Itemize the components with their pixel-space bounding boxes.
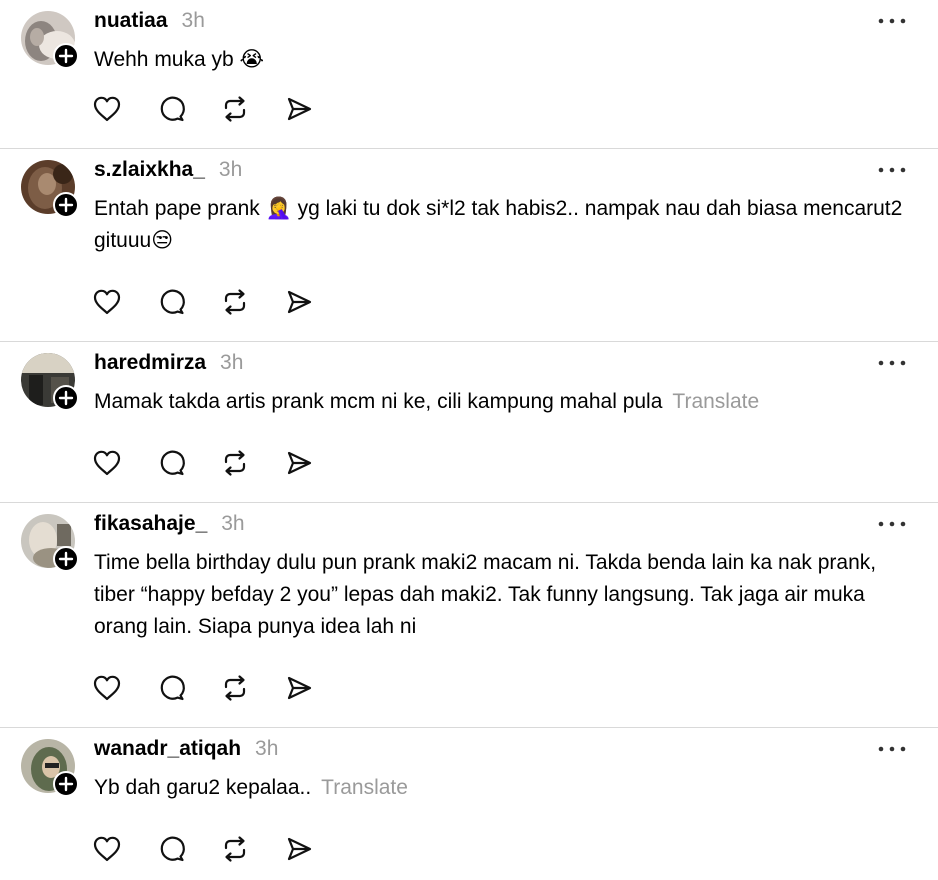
avatar-button[interactable] <box>21 11 79 69</box>
reply-comment-bubble-icon[interactable] <box>156 834 186 864</box>
action-bar <box>92 834 348 864</box>
avatar-button[interactable] <box>21 739 79 797</box>
post-text: Entah pape prank 🤦‍♀️ yg laki tu dok si*… <box>94 193 914 257</box>
post-header: s.zlaixkha_ 3h <box>94 158 242 186</box>
repost-icon[interactable] <box>220 673 250 703</box>
username[interactable]: s.zlaixkha_ <box>94 158 205 182</box>
action-bar <box>92 448 348 478</box>
username[interactable]: nuatiaa <box>94 9 168 33</box>
post-text-content: Mamak takda artis prank mcm ni ke, cili … <box>94 390 663 413</box>
like-heart-icon[interactable] <box>92 834 122 864</box>
post-header: fikasahaje_ 3h <box>94 512 245 540</box>
more-options-icon[interactable] <box>876 354 908 372</box>
reply-comment-bubble-icon[interactable] <box>156 287 186 317</box>
like-heart-icon[interactable] <box>92 673 122 703</box>
username[interactable]: fikasahaje_ <box>94 512 207 536</box>
translate-link[interactable]: Translate <box>672 390 759 413</box>
reply-comment-bubble-icon[interactable] <box>156 448 186 478</box>
more-options-icon[interactable] <box>876 12 908 30</box>
avatar-button[interactable] <box>21 353 79 411</box>
post-text-content: Wehh muka yb 😭 <box>94 48 265 71</box>
more-options-icon[interactable] <box>876 161 908 179</box>
share-send-icon[interactable] <box>284 448 314 478</box>
follow-plus-icon[interactable] <box>53 771 79 797</box>
repost-icon[interactable] <box>220 448 250 478</box>
share-send-icon[interactable] <box>284 834 314 864</box>
follow-plus-icon[interactable] <box>53 385 79 411</box>
follow-plus-icon[interactable] <box>53 192 79 218</box>
post-text-content: Time bella birthday dulu pun prank maki2… <box>94 551 877 638</box>
avatar-button[interactable] <box>21 514 79 572</box>
reply-post: haredmirza 3h Mamak takda artis prank mc… <box>0 342 938 503</box>
action-bar <box>92 673 348 703</box>
post-header: wanadr_atiqah 3h <box>94 737 278 765</box>
post-text: Time bella birthday dulu pun prank maki2… <box>94 547 914 643</box>
post-header: nuatiaa 3h <box>94 9 205 37</box>
follow-plus-icon[interactable] <box>53 43 79 69</box>
repost-icon[interactable] <box>220 834 250 864</box>
timestamp: 3h <box>221 512 245 535</box>
more-options-icon[interactable] <box>876 515 908 533</box>
reply-post: s.zlaixkha_ 3h Entah pape prank 🤦‍♀️ yg … <box>0 149 938 342</box>
timestamp: 3h <box>220 351 244 374</box>
like-heart-icon[interactable] <box>92 448 122 478</box>
reply-comment-bubble-icon[interactable] <box>156 94 186 124</box>
post-text-content: Yb dah garu2 kepalaa.. <box>94 776 312 799</box>
action-bar <box>92 287 348 317</box>
reply-comment-bubble-icon[interactable] <box>156 673 186 703</box>
username[interactable]: wanadr_atiqah <box>94 737 241 761</box>
post-text: Wehh muka yb 😭 <box>94 44 914 76</box>
reply-post: fikasahaje_ 3h Time bella birthday dulu … <box>0 503 938 728</box>
post-text: Yb dah garu2 kepalaa.. Translate <box>94 772 914 804</box>
share-send-icon[interactable] <box>284 94 314 124</box>
timestamp: 3h <box>218 158 243 181</box>
share-send-icon[interactable] <box>284 673 314 703</box>
like-heart-icon[interactable] <box>92 287 122 317</box>
timestamp: 3h <box>181 9 205 32</box>
avatar-button[interactable] <box>21 160 79 218</box>
username[interactable]: haredmirza <box>94 351 206 375</box>
post-text-content: Entah pape prank 🤦‍♀️ yg laki tu dok si*… <box>94 197 903 252</box>
follow-plus-icon[interactable] <box>53 546 79 572</box>
post-header: haredmirza 3h <box>94 351 243 379</box>
like-heart-icon[interactable] <box>92 94 122 124</box>
more-options-icon[interactable] <box>876 740 908 758</box>
replies-feed: nuatiaa 3h Wehh muka yb 😭 s.zlaixkha_ 3h… <box>0 0 938 880</box>
reply-post: wanadr_atiqah 3h Yb dah garu2 kepalaa.. T… <box>0 728 938 880</box>
timestamp: 3h <box>255 737 279 760</box>
translate-link[interactable]: Translate <box>321 776 408 799</box>
repost-icon[interactable] <box>220 94 250 124</box>
reply-post: nuatiaa 3h Wehh muka yb 😭 <box>0 0 938 149</box>
action-bar <box>92 94 348 124</box>
repost-icon[interactable] <box>220 287 250 317</box>
post-text: Mamak takda artis prank mcm ni ke, cili … <box>94 386 914 418</box>
share-send-icon[interactable] <box>284 287 314 317</box>
